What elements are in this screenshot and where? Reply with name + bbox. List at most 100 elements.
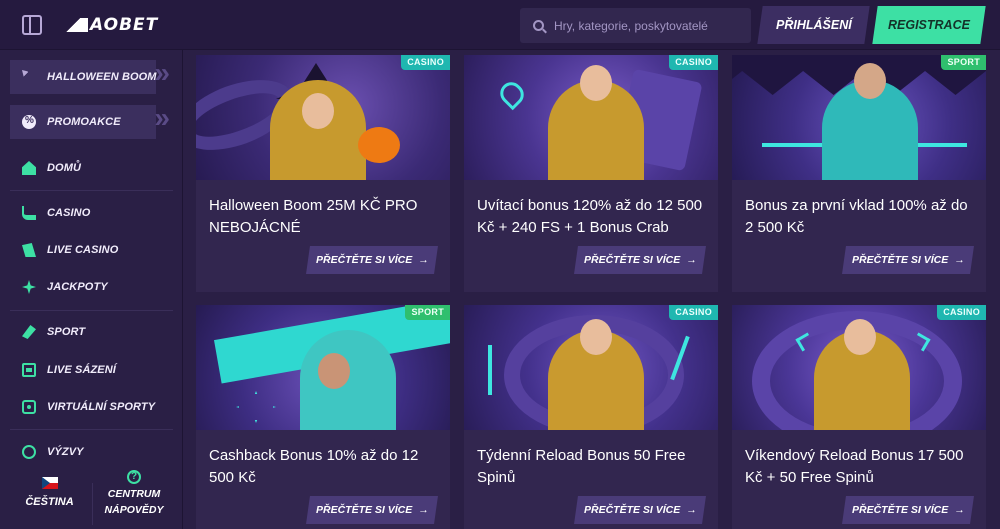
read-more-label: PŘEČTĚTE SI VÍCE [583, 254, 680, 266]
category-tag: CASINO [669, 55, 718, 70]
promo-image-weekly-reload: CASINO [464, 305, 718, 430]
promo-card-halloween[interactable]: CASINO Halloween Boom 25M KČ PRO NEBOJÁC… [196, 55, 450, 292]
login-button-label: PŘIHLÁŠENÍ [775, 18, 852, 32]
read-more-button[interactable]: PŘEČTĚTE SI VÍCE → [842, 496, 974, 524]
promo-card-weekend-reload[interactable]: CASINO Víkendový Reload Bonus 17 500 Kč … [732, 305, 986, 529]
sidebar-item-virtual-sports[interactable]: VIRTUÁLNÍ SPORTY [10, 390, 176, 424]
sidebar-item-halloween-boom[interactable]: HALLOWEEN BOOM [10, 57, 176, 94]
promo-title: Cashback Bonus 10% až do 12 500 Kč [209, 447, 419, 486]
burst-icon [236, 391, 276, 423]
heart-icon [495, 77, 529, 111]
promo-card-first-deposit[interactable]: SPORT Bonus za první vklad 100% až do 2 … [732, 55, 986, 292]
promo-title: Týdenní Reload Bonus 50 Free Spinů [477, 447, 686, 486]
promo-person-head [844, 319, 876, 355]
sidebar-item-jackpots[interactable]: JACKPOTY [10, 270, 176, 304]
register-button[interactable]: REGISTRACE [872, 6, 986, 44]
arrow-right-icon: → [685, 254, 697, 266]
read-more-label: PŘEČTĚTE SI VÍCE [315, 254, 412, 266]
sidebar-divider [10, 429, 173, 430]
read-more-button[interactable]: PŘEČTĚTE SI VÍCE → [842, 246, 974, 274]
promo-person-head [318, 353, 350, 389]
arrow-right-icon: → [417, 504, 429, 516]
read-more-label: PŘEČTĚTE SI VÍCE [851, 254, 948, 266]
logo-text: AOBET [90, 15, 159, 35]
sidebar-item-label: LIVE CASINO [47, 244, 119, 256]
promo-image-halloween: CASINO [196, 55, 450, 180]
promo-person-head [854, 63, 886, 99]
czech-flag-icon [41, 477, 58, 489]
promo-image-cashback: SPORT [196, 305, 450, 430]
promo-image-first-deposit: SPORT [732, 55, 986, 180]
brand-logo[interactable]: AOBET [62, 13, 158, 37]
sidebar-item-label: VIRTUÁLNÍ SPORTY [47, 401, 156, 413]
read-more-label: PŘEČTĚTE SI VÍCE [315, 504, 412, 516]
promo-card-welcome-bonus[interactable]: CASINO Uvítací bonus 120% až do 12 500 K… [464, 55, 718, 292]
arrow-right-icon: → [417, 254, 429, 266]
language-label: ČEŠTINA [25, 496, 74, 508]
live-casino-icon [22, 243, 36, 257]
promo-icon [22, 115, 36, 129]
read-more-button[interactable]: PŘEČTĚTE SI VÍCE → [574, 496, 706, 524]
category-tag: SPORT [405, 305, 450, 320]
sidebar-item-label: PROMOAKCE [47, 116, 121, 128]
sport-icon [22, 325, 36, 339]
language-selector[interactable]: ČEŠTINA [22, 477, 77, 508]
category-tag: SPORT [941, 55, 986, 70]
sidebar-item-live-betting[interactable]: LIVE SÁZENÍ [10, 353, 176, 387]
promo-image-welcome: CASINO [464, 55, 718, 180]
decor-stripe [762, 143, 822, 147]
virtual-sports-icon [22, 400, 36, 414]
sidebar-item-sport[interactable]: SPORT [10, 315, 176, 349]
register-button-label: REGISTRACE [888, 18, 970, 32]
read-more-button[interactable]: PŘEČTĚTE SI VÍCE → [306, 246, 438, 274]
sidebar-footer: ČEŠTINA CENTRUM NÁPOVĚDY [0, 465, 183, 529]
promo-person-head [580, 319, 612, 355]
casino-icon [22, 206, 36, 220]
promo-image-weekend-reload: CASINO [732, 305, 986, 430]
read-more-label: PŘEČTĚTE SI VÍCE [851, 504, 948, 516]
help-icon [127, 469, 141, 485]
footer-divider [92, 483, 93, 525]
logo-mark-icon [62, 18, 88, 32]
sidebar-item-casino[interactable]: CASINO [10, 196, 176, 230]
live-betting-icon [22, 363, 36, 377]
sidebar-item-label: LIVE SÁZENÍ [47, 364, 116, 376]
sidebar-item-home[interactable]: DOMŮ [10, 151, 176, 185]
promo-person-head [302, 93, 334, 129]
sidebar-item-label: CASINO [47, 207, 91, 219]
halloween-icon [22, 70, 36, 84]
sidebar-toggle-icon[interactable] [22, 15, 42, 35]
sidebar: HALLOWEEN BOOM PROMOAKCE DOMŮ CASINO LIV… [0, 50, 183, 529]
help-center-link[interactable]: CENTRUM NÁPOVĚDY [98, 469, 170, 518]
promo-title: Uvítací bonus 120% až do 12 500 Kč + 240… [477, 197, 703, 236]
top-header: AOBET PŘIHLÁŠENÍ REGISTRACE [0, 0, 1000, 50]
arrow-right-icon: → [953, 504, 965, 516]
sidebar-item-label: JACKPOTY [47, 281, 108, 293]
home-icon [22, 161, 36, 175]
sidebar-item-label: DOMŮ [47, 162, 82, 174]
promo-person-head [580, 65, 612, 101]
read-more-button[interactable]: PŘEČTĚTE SI VÍCE → [306, 496, 438, 524]
sidebar-item-live-casino[interactable]: LIVE CASINO [10, 233, 176, 267]
login-button[interactable]: PŘIHLÁŠENÍ [757, 6, 870, 44]
sidebar-item-challenges[interactable]: VÝZVY [10, 435, 176, 469]
promo-title: Víkendový Reload Bonus 17 500 Kč + 50 Fr… [745, 447, 964, 486]
promo-title: Halloween Boom 25M KČ PRO NEBOJÁCNÉ [209, 197, 418, 236]
promo-card-cashback[interactable]: SPORT Cashback Bonus 10% až do 12 500 Kč… [196, 305, 450, 529]
arrow-up-icon [488, 345, 492, 395]
jackpot-icon [22, 280, 36, 294]
sidebar-item-promoakce[interactable]: PROMOAKCE [10, 102, 176, 139]
challenges-icon [22, 445, 36, 459]
search-input[interactable] [554, 18, 744, 33]
sidebar-item-label: SPORT [47, 326, 86, 338]
search-box[interactable] [520, 8, 751, 43]
promo-title: Bonus za první vklad 100% až do 2 500 Kč [745, 197, 968, 236]
category-tag: CASINO [401, 55, 450, 70]
promo-card-weekly-reload[interactable]: CASINO Týdenní Reload Bonus 50 Free Spin… [464, 305, 718, 529]
read-more-label: PŘEČTĚTE SI VÍCE [583, 504, 680, 516]
arrow-right-icon: → [685, 504, 697, 516]
read-more-button[interactable]: PŘEČTĚTE SI VÍCE → [574, 246, 706, 274]
pumpkin-icon [358, 127, 400, 163]
sidebar-divider [10, 310, 173, 311]
decor-stripe [912, 143, 967, 147]
